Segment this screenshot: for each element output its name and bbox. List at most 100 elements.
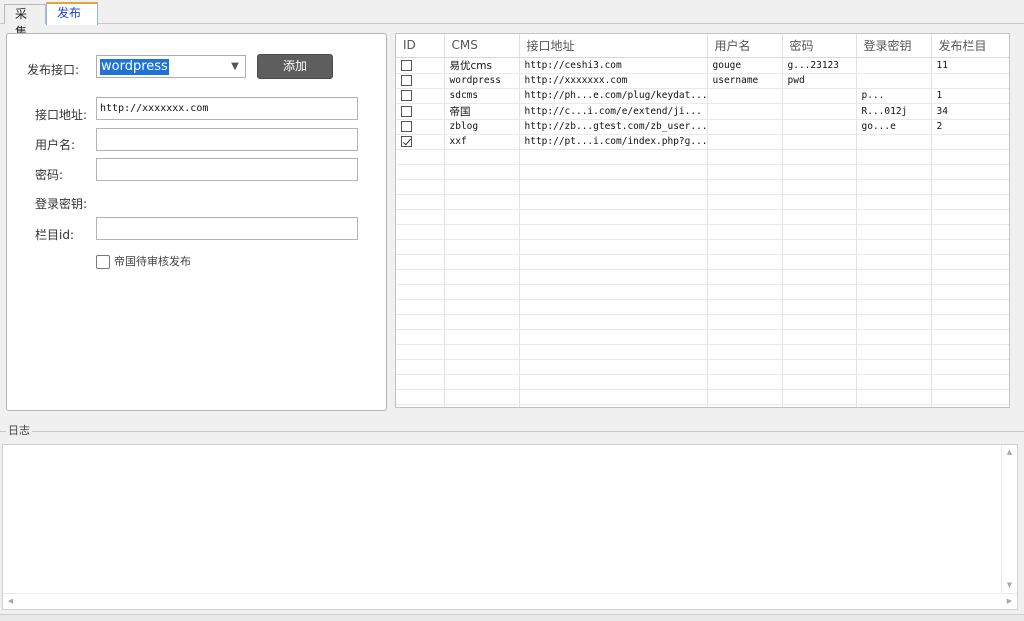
empty-cell — [931, 194, 1009, 210]
username-input[interactable] — [96, 128, 358, 151]
scroll-down-icon[interactable]: ▼ — [1005, 581, 1014, 590]
scroll-left-icon[interactable]: ◀ — [6, 597, 15, 606]
col-header-username[interactable]: 用户名 — [707, 34, 783, 58]
url-input[interactable]: http://xxxxxxx.com — [96, 97, 358, 120]
empty-row — [396, 299, 1009, 315]
empty-row — [396, 359, 1009, 375]
row-checkbox[interactable] — [401, 75, 412, 86]
empty-cell — [396, 239, 445, 255]
empty-cell — [707, 269, 783, 285]
empty-cell — [519, 164, 708, 180]
empty-cell — [856, 194, 932, 210]
col-header-login-key[interactable]: 登录密钥 — [856, 34, 932, 58]
table-row[interactable]: 易优cms http://ceshi3.com gouge g...23123 11 — [396, 57, 1009, 74]
cell-user — [707, 103, 783, 120]
empty-cell — [444, 314, 520, 330]
col-header-password[interactable]: 密码 — [782, 34, 857, 58]
empty-cell — [782, 299, 857, 315]
cell-pwd — [782, 103, 857, 120]
col-header-cms[interactable]: CMS — [444, 34, 520, 58]
api-label: 发布接口: — [27, 63, 80, 77]
table-row[interactable]: xxf http://pt...i.com/index.php?g... — [396, 134, 1009, 150]
empty-cell — [856, 389, 932, 405]
empty-cell — [856, 224, 932, 240]
row-checkbox[interactable] — [401, 59, 412, 71]
empty-cell — [782, 179, 857, 195]
empty-cell — [519, 314, 708, 330]
row-select-cell[interactable] — [396, 88, 445, 104]
empty-cell — [396, 329, 445, 345]
scroll-up-icon[interactable]: ▲ — [1005, 448, 1014, 457]
col-header-url[interactable]: 接口地址 — [519, 34, 708, 58]
row-checkbox[interactable] — [401, 121, 412, 132]
empty-cell — [444, 374, 520, 390]
empty-cell — [519, 239, 708, 255]
chevron-down-icon[interactable]: ▼ — [229, 59, 241, 75]
cell-col: 2 — [931, 119, 1009, 135]
cell-user: username — [707, 73, 783, 89]
table-body: 易优cms http://ceshi3.com gouge g...23123 11 wo… — [396, 57, 1009, 407]
table-row[interactable]: zblog http://zb...gtest.com/zb_user... go.… — [396, 119, 1009, 135]
row-select-cell[interactable] — [396, 119, 445, 135]
table-row[interactable]: 帝国 http://c...i.com/e/extend/ji... R...012… — [396, 103, 1009, 120]
empty-cell — [519, 374, 708, 390]
tab-collect[interactable]: 采集 — [4, 4, 46, 39]
cell-cms: zblog — [444, 119, 520, 135]
empty-cell — [707, 149, 783, 165]
cell-pwd — [782, 119, 857, 135]
empty-cell — [707, 359, 783, 375]
empty-cell — [707, 164, 783, 180]
empty-cell — [707, 314, 783, 330]
empty-cell — [396, 314, 445, 330]
empire-review-checkbox[interactable] — [96, 255, 110, 269]
table-row[interactable]: sdcms http://ph...e.com/plug/keydat... p..… — [396, 88, 1009, 104]
column-id-input[interactable] — [96, 217, 358, 240]
empty-cell — [856, 299, 932, 315]
empty-cell — [444, 194, 520, 210]
empty-cell — [519, 299, 708, 315]
empty-cell — [707, 254, 783, 270]
publish-form-panel: 发布接口: wordpress ▼ 添加 接口地址: http://xxxxxx… — [6, 33, 387, 411]
empty-cell — [707, 389, 783, 405]
empty-cell — [396, 224, 445, 240]
row-checkbox[interactable] — [401, 90, 412, 101]
empty-cell — [707, 374, 783, 390]
empty-cell — [856, 179, 932, 195]
empty-cell — [856, 269, 932, 285]
cell-url: http://ph...e.com/plug/keydat... — [519, 88, 708, 104]
table-row[interactable]: wordpress http://xxxxxxx.com username pwd — [396, 73, 1009, 89]
row-select-cell[interactable] — [396, 73, 445, 89]
empty-cell — [396, 389, 445, 405]
empty-cell — [782, 314, 857, 330]
api-select[interactable]: wordpress ▼ — [96, 55, 246, 78]
empty-row — [396, 224, 1009, 240]
col-header-id[interactable]: ID — [396, 34, 445, 58]
row-select-cell[interactable] — [396, 103, 445, 120]
empty-cell — [856, 374, 932, 390]
empty-cell — [444, 329, 520, 345]
empty-cell — [931, 209, 1009, 225]
empty-cell — [519, 254, 708, 270]
row-select-cell[interactable] — [396, 134, 445, 150]
cell-cms: sdcms — [444, 88, 520, 104]
cell-key — [856, 57, 932, 74]
log-horizontal-scrollbar[interactable]: ◀ ▶ — [3, 593, 1017, 609]
log-textarea[interactable]: ▲ ▼ ◀ ▶ — [2, 444, 1018, 610]
row-checkbox[interactable] — [401, 105, 412, 117]
add-button[interactable]: 添加 — [257, 54, 333, 79]
row-checkbox[interactable] — [401, 136, 412, 147]
password-input[interactable] — [96, 158, 358, 181]
empty-cell — [519, 209, 708, 225]
empty-row — [396, 329, 1009, 345]
log-vertical-scrollbar[interactable]: ▲ ▼ — [1001, 445, 1017, 593]
empire-review-label: 帝国待审核发布 — [114, 255, 191, 268]
empty-cell — [396, 194, 445, 210]
col-header-column[interactable]: 发布栏目 — [931, 34, 1009, 58]
empty-row — [396, 179, 1009, 195]
tab-publish[interactable]: 发布 — [46, 2, 98, 25]
cell-user: gouge — [707, 57, 783, 74]
row-select-cell[interactable] — [396, 57, 445, 74]
scroll-right-icon[interactable]: ▶ — [1005, 597, 1014, 606]
empty-cell — [856, 359, 932, 375]
empty-cell — [519, 404, 708, 407]
